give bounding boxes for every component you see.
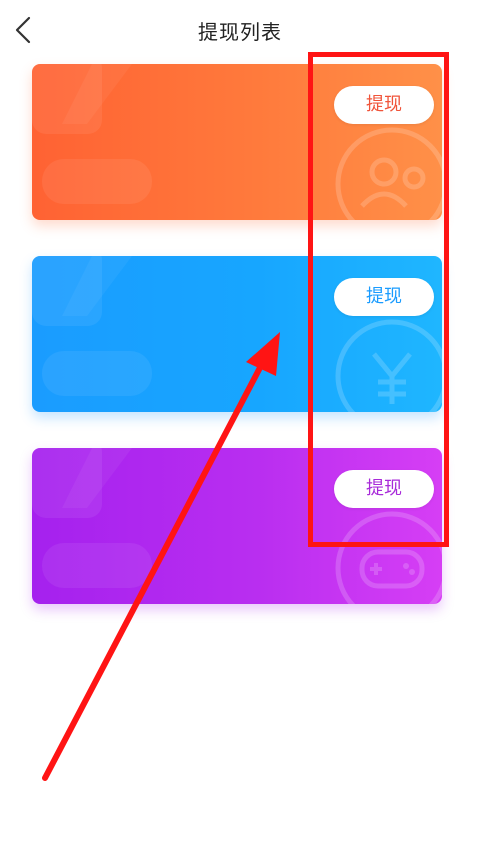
page-title: 提现列表 [198, 20, 282, 44]
top-bar: 提现列表 [0, 0, 480, 60]
users-circle-icon [335, 127, 442, 220]
withdraw-card-orange: 提现 [32, 64, 442, 220]
yen-circle-icon [335, 319, 442, 412]
withdraw-card-purple: 提现 [32, 448, 442, 604]
withdraw-button[interactable]: 提现 [334, 470, 434, 508]
withdraw-button[interactable]: 提现 [334, 278, 434, 316]
withdraw-card-blue: 提现 [32, 256, 442, 412]
withdraw-button[interactable]: 提现 [334, 86, 434, 124]
gamepad-circle-icon [335, 511, 442, 604]
